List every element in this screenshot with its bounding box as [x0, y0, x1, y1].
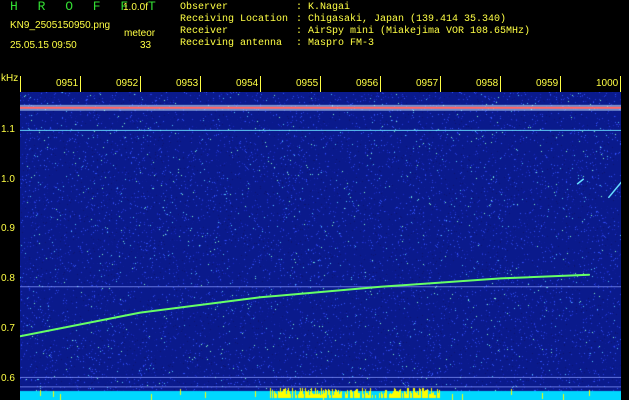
time-tick-mark: [620, 76, 621, 92]
time-tick-label: 0955: [296, 78, 319, 89]
version-label: 1.0.0f: [123, 2, 149, 13]
time-tick-label: 0957: [416, 78, 439, 89]
time-tick-mark: [200, 76, 201, 92]
time-tick-mark: [20, 76, 21, 92]
antenna-value: Maspro FM-3: [308, 38, 375, 49]
freq-tick-label: 0.8: [1, 273, 15, 284]
receiver-value: AirSpy mini (Miakejima VOR 108.65MHz): [308, 26, 531, 37]
meteor-streak: [576, 178, 585, 185]
time-tick-label: 0954: [236, 78, 259, 89]
meteor-label: meteor: [124, 28, 156, 39]
antenna-key: Receiving antenna: [180, 38, 283, 49]
time-tick-mark: [560, 76, 561, 92]
time-tick-label: 0956: [356, 78, 379, 89]
time-tick-label: 0952: [116, 78, 139, 89]
frequency-axis: 1.1 1.0 0.9 0.8 0.7 0.6: [0, 92, 20, 400]
time-tick-mark: [80, 76, 81, 92]
receiver-key: Receiver: [180, 26, 229, 37]
observer-key: Observer: [180, 2, 229, 13]
time-axis: 0951 0952 0953 0954 0955 0956 0957 0958 …: [20, 76, 621, 92]
location-sep: :: [296, 14, 303, 25]
spectrogram-plot: [20, 92, 621, 400]
header-panel: H R O F F T 1.0.0f KN9_2505150950.png me…: [0, 0, 629, 74]
freq-tick-label: 1.1: [1, 124, 15, 135]
time-tick-label: 0958: [476, 78, 499, 89]
freq-tick-label: 0.6: [1, 373, 15, 384]
location-value: Chigasaki, Japan (139.414 35.340): [308, 14, 507, 25]
meteor-streak: [607, 181, 621, 199]
observer-value: K.Nagai: [308, 2, 351, 13]
time-tick-mark: [440, 76, 441, 92]
meteor-trail: [20, 273, 591, 338]
receiver-sep: :: [296, 26, 303, 37]
time-tick-mark: [140, 76, 141, 92]
time-tick-label: 1000: [596, 78, 619, 89]
antenna-sep: :: [296, 38, 303, 49]
time-tick-mark: [380, 76, 381, 92]
meteor-count: 33: [140, 40, 152, 51]
time-tick-label: 0953: [176, 78, 199, 89]
frequency-unit-label: kHz: [1, 73, 19, 84]
filename-label: KN9_2505150950.png: [10, 20, 111, 31]
time-tick-label: 0951: [56, 78, 79, 89]
observer-sep: :: [296, 2, 303, 13]
freq-tick-label: 0.7: [1, 323, 15, 334]
freq-tick-label: 0.9: [1, 223, 15, 234]
time-tick-mark: [320, 76, 321, 92]
freq-tick-label: 1.0: [1, 174, 15, 185]
time-tick-label: 0959: [536, 78, 559, 89]
timestamp-label: 25.05.15 09:50: [10, 40, 77, 51]
location-key: Receiving Location: [180, 14, 289, 25]
spectrogram-overlay: [20, 104, 621, 388]
time-tick-mark: [260, 76, 261, 92]
time-tick-mark: [500, 76, 501, 92]
